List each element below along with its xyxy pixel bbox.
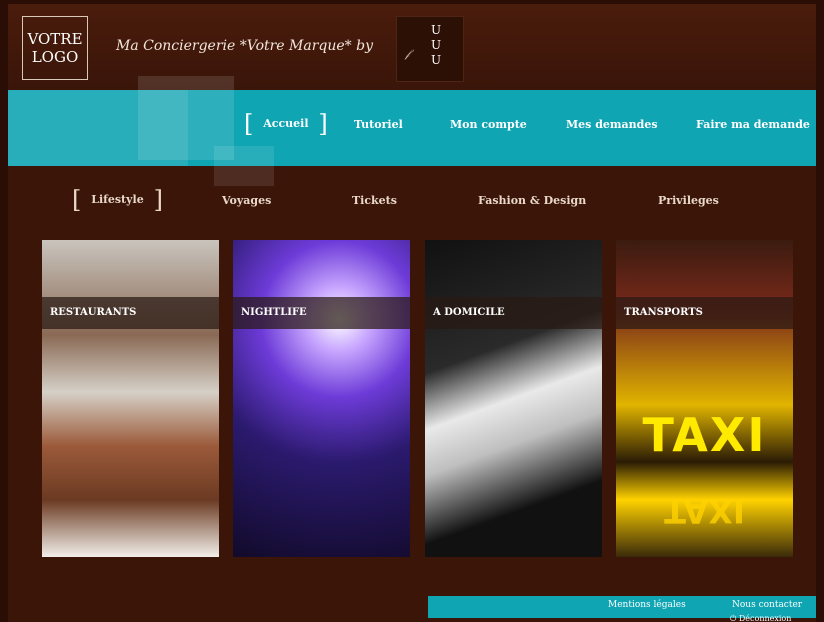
logo-line2: LOGO <box>31 48 79 66</box>
bracket-right: ] <box>318 110 328 138</box>
category-privileges[interactable]: Privileges <box>658 194 719 207</box>
main-nav: [ Accueil ] Tutoriel Mon compte Mes dema… <box>8 76 816 186</box>
nav-item-faire-ma-demande[interactable]: Faire ma demande <box>696 118 810 131</box>
contact-link[interactable]: Nous contacter <box>732 600 802 610</box>
category-tickets[interactable]: Tickets <box>352 194 397 207</box>
legal-link[interactable]: Mentions légales <box>608 600 686 610</box>
partner-logo: 𝒻 U U U <box>396 16 464 82</box>
taxi-sign: TAXI <box>642 408 767 462</box>
nav-item-mes-demandes[interactable]: Mes demandes <box>566 118 658 131</box>
tile-label: TRANSPORTS <box>616 297 793 329</box>
bracket-left: [ <box>244 110 254 138</box>
logo[interactable]: VOTRE LOGO <box>22 16 88 80</box>
signature-mark: 𝒻 <box>405 47 410 60</box>
taxi-reflection: TAXI <box>664 492 745 530</box>
category-fashion-design[interactable]: Fashion & Design <box>478 194 586 207</box>
tile-restaurants[interactable]: RESTAURANTS <box>42 240 219 557</box>
nav-item-mon-compte[interactable]: Mon compte <box>450 118 527 131</box>
category-lifestyle[interactable]: [ Lifestyle ] <box>72 186 163 214</box>
tile-label: A DOMICILE <box>425 297 602 329</box>
power-icon: ⏻ <box>730 614 737 622</box>
logo-line1: VOTRE <box>27 30 83 48</box>
tile-a-domicile[interactable]: A DOMICILE <box>425 240 602 557</box>
nav-item-accueil[interactable]: [ Accueil ] <box>244 110 328 138</box>
header: VOTRE LOGO Ma Conciergerie *Votre Marque… <box>8 4 816 88</box>
brand-title: Ma Conciergerie *Votre Marque* by <box>116 38 374 54</box>
tile-nightlife[interactable]: NIGHTLIFE <box>233 240 410 557</box>
logout-link[interactable]: ⏻ Déconnexion <box>730 614 791 622</box>
nav-item-tutoriel[interactable]: Tutoriel <box>354 118 403 131</box>
partner-letters: U U U <box>431 23 442 67</box>
tile-label: RESTAURANTS <box>42 297 219 329</box>
page-frame: VOTRE LOGO Ma Conciergerie *Votre Marque… <box>8 4 816 622</box>
tile-label: NIGHTLIFE <box>233 297 410 329</box>
tile-transports[interactable]: TRANSPORTS TAXI TAXI <box>616 240 793 557</box>
category-voyages[interactable]: Voyages <box>222 194 271 207</box>
